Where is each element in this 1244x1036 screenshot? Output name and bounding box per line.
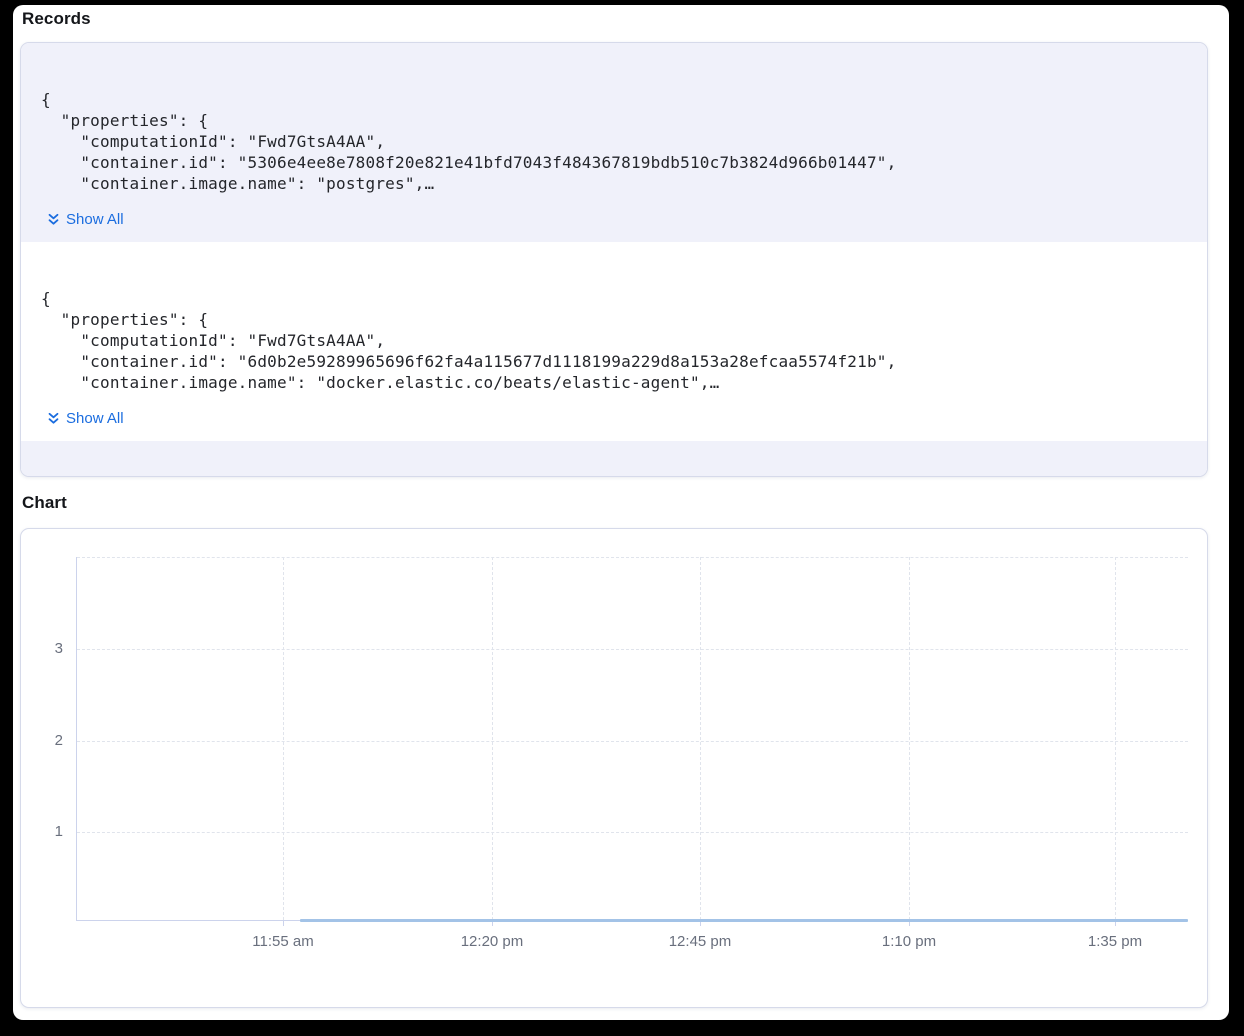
- records-panel: { "properties": { "computationId": "Fwd7…: [20, 42, 1208, 477]
- gridline-x-135pm: [1115, 557, 1116, 920]
- record-json-line: "container.image.name": "postgres",…: [41, 173, 1183, 194]
- show-all-button-2[interactable]: Show All: [47, 410, 124, 427]
- record-json-line: "computationId": "Fwd7GtsA4AA",: [41, 330, 1183, 351]
- x-tick-mark: [283, 921, 284, 926]
- gridline-x-110pm: [909, 557, 910, 920]
- show-all-label: Show All: [66, 211, 124, 228]
- x-axis-label-2: 12:20 pm: [447, 933, 537, 950]
- chart-panel: 3 2 1 11:55 am 12:20 pm 12:45 pm 1:10 pm…: [20, 528, 1208, 1008]
- y-axis-label-3: 3: [27, 640, 63, 657]
- record-json-preview: { "properties": { "computationId": "Fwd7…: [41, 89, 1183, 194]
- series-line: [300, 919, 1188, 922]
- records-section-title: Records: [22, 9, 91, 29]
- record-footer-stripe: [21, 441, 1207, 477]
- record-json-line: {: [41, 288, 1183, 309]
- gridline-y3: [77, 649, 1188, 650]
- page: Records { "properties": { "computationId…: [13, 5, 1229, 1020]
- chart-plot-area: 3 2 1 11:55 am 12:20 pm 12:45 pm 1:10 pm…: [76, 557, 1188, 921]
- y-axis-label-2: 2: [27, 732, 63, 749]
- double-chevron-down-icon: [47, 411, 60, 426]
- record-json-preview: { "properties": { "computationId": "Fwd7…: [41, 288, 1183, 393]
- record-item-1: { "properties": { "computationId": "Fwd7…: [21, 43, 1207, 242]
- record-json-line: "properties": {: [41, 110, 1183, 131]
- gridline-x-1220pm: [492, 557, 493, 920]
- x-axis-label-1: 11:55 am: [238, 933, 328, 950]
- record-json-line: "container.id": "5306e4ee8e7808f20e821e4…: [41, 152, 1183, 173]
- gridline-x-1155am: [283, 557, 284, 920]
- gridline-y1: [77, 832, 1188, 833]
- record-json-line: "container.id": "6d0b2e59289965696f62fa4…: [41, 351, 1183, 372]
- y-axis-label-1: 1: [27, 823, 63, 840]
- chart-section-title: Chart: [22, 493, 67, 513]
- x-axis-label-4: 1:10 pm: [864, 933, 954, 950]
- gridline-x-1245pm: [700, 557, 701, 920]
- record-item-2: { "properties": { "computationId": "Fwd7…: [21, 242, 1207, 441]
- record-json-line: "computationId": "Fwd7GtsA4AA",: [41, 131, 1183, 152]
- gridline-y2: [77, 741, 1188, 742]
- x-axis-label-5: 1:35 pm: [1070, 933, 1160, 950]
- x-axis-label-3: 12:45 pm: [655, 933, 745, 950]
- double-chevron-down-icon: [47, 212, 60, 227]
- show-all-button-1[interactable]: Show All: [47, 211, 124, 228]
- record-json-line: {: [41, 89, 1183, 110]
- record-json-line: "container.image.name": "docker.elastic.…: [41, 372, 1183, 393]
- show-all-label: Show All: [66, 410, 124, 427]
- record-json-line: "properties": {: [41, 309, 1183, 330]
- gridline-y4: [77, 557, 1188, 558]
